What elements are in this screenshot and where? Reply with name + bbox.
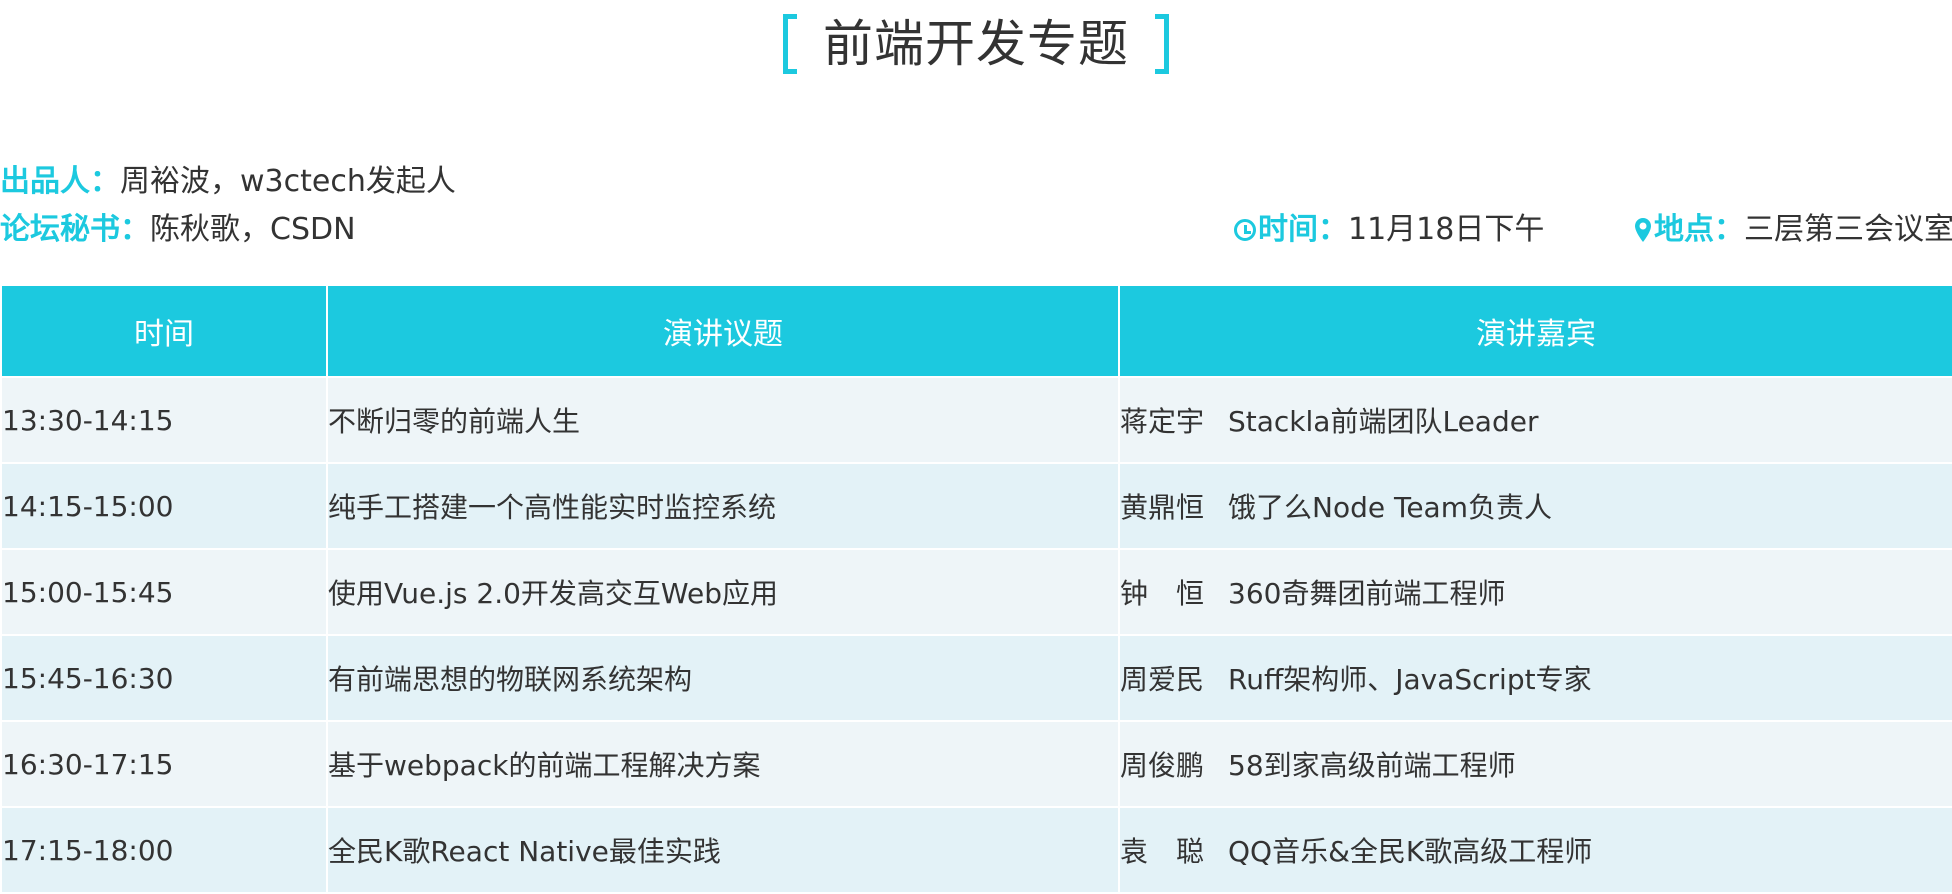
- location-value: 三层第三会议室: [1744, 212, 1952, 247]
- producer-line: 出品人：周裕波，w3ctech发起人: [0, 162, 456, 202]
- secretary-value: 陈秋歌，CSDN: [150, 212, 356, 247]
- speaker-name: 周爱民: [1120, 663, 1205, 696]
- session-time: 17:15-18:00: [0, 806, 328, 894]
- session-speaker: 钟 恒 360奇舞团前端工程师: [1118, 548, 1952, 636]
- speaker-title: Stackla前端团队Leader: [1228, 405, 1539, 438]
- table-row: 15:00-15:45 使用Vue.js 2.0开发高交互Web应用 钟 恒 36…: [0, 548, 1952, 636]
- session-speaker: 袁 聪 QQ音乐&全民K歌高级工程师: [1118, 806, 1952, 894]
- header-topic: 演讲议题: [326, 284, 1120, 378]
- secretary-label: 论坛秘书：: [0, 212, 150, 247]
- session-time: 16:30-17:15: [0, 720, 328, 808]
- right-bracket-decoration: [1155, 14, 1169, 74]
- session-speaker: 蒋定宇 Stackla前端团队Leader: [1118, 376, 1952, 464]
- schedule-table: 时间 演讲议题 演讲嘉宾 13:30-14:15 不断归零的前端人生 蒋定宇 St…: [0, 284, 1952, 894]
- location-label: 地点：: [1654, 212, 1744, 247]
- time-value: 11月18日下午: [1348, 212, 1545, 247]
- speaker-name: 袁 聪: [1120, 835, 1205, 868]
- session-topic: 全民K歌React Native最佳实践: [326, 806, 1120, 894]
- session-speaker: 周爱民 Ruff架构师、JavaScript专家: [1118, 634, 1952, 722]
- table-header-row: 时间 演讲议题 演讲嘉宾: [0, 284, 1952, 378]
- speaker-name: 周俊鹏: [1120, 749, 1205, 782]
- secretary-line: 论坛秘书：陈秋歌，CSDN: [0, 210, 356, 250]
- producer-value: 周裕波，w3ctech发起人: [120, 164, 456, 199]
- session-topic: 使用Vue.js 2.0开发高交互Web应用: [326, 548, 1120, 636]
- speaker-title: QQ音乐&全民K歌高级工程师: [1228, 835, 1593, 868]
- speaker-title: Ruff架构师、JavaScript专家: [1228, 663, 1592, 696]
- session-topic: 有前端思想的物联网系统架构: [326, 634, 1120, 722]
- header-speaker: 演讲嘉宾: [1118, 284, 1952, 378]
- table-row: 14:15-15:00 纯手工搭建一个高性能实时监控系统 黄鼎恒 饿了么Node …: [0, 462, 1952, 550]
- location-meta: 地点：三层第三会议室: [1634, 210, 1952, 254]
- session-time: 14:15-15:00: [0, 462, 328, 550]
- time-meta: 时间：11月18日下午: [1234, 210, 1544, 250]
- speaker-name: 钟 恒: [1120, 577, 1205, 610]
- page-header: 前端开发专题: [0, 8, 1952, 80]
- header-time: 时间: [0, 284, 328, 378]
- session-topic: 纯手工搭建一个高性能实时监控系统: [326, 462, 1120, 550]
- session-time: 15:45-16:30: [0, 634, 328, 722]
- page-title: 前端开发专题: [823, 15, 1129, 73]
- session-speaker: 黄鼎恒 饿了么Node Team负责人: [1118, 462, 1952, 550]
- session-time: 13:30-14:15: [0, 376, 328, 464]
- session-speaker: 周俊鹏 58到家高级前端工程师: [1118, 720, 1952, 808]
- speaker-title: 360奇舞团前端工程师: [1228, 577, 1506, 610]
- speaker-name: 黄鼎恒: [1120, 491, 1205, 524]
- session-topic: 不断归零的前端人生: [326, 376, 1120, 464]
- speaker-title: 饿了么Node Team负责人: [1228, 491, 1552, 524]
- table-row: 17:15-18:00 全民K歌React Native最佳实践 袁 聪 QQ音乐…: [0, 806, 1952, 894]
- session-topic: 基于webpack的前端工程解决方案: [326, 720, 1120, 808]
- left-bracket-decoration: [783, 14, 797, 74]
- time-label: 时间：: [1258, 212, 1348, 247]
- clock-icon: [1234, 219, 1256, 241]
- speaker-name: 蒋定宇: [1120, 405, 1205, 438]
- table-row: 16:30-17:15 基于webpack的前端工程解决方案 周俊鹏 58到家高级…: [0, 720, 1952, 808]
- table-row: 15:45-16:30 有前端思想的物联网系统架构 周爱民 Ruff架构师、Jav…: [0, 634, 1952, 722]
- table-row: 13:30-14:15 不断归零的前端人生 蒋定宇 Stackla前端团队Lead…: [0, 376, 1952, 464]
- map-pin-icon: [1634, 214, 1652, 254]
- speaker-title: 58到家高级前端工程师: [1228, 749, 1516, 782]
- session-time: 15:00-15:45: [0, 548, 328, 636]
- producer-label: 出品人：: [0, 164, 120, 199]
